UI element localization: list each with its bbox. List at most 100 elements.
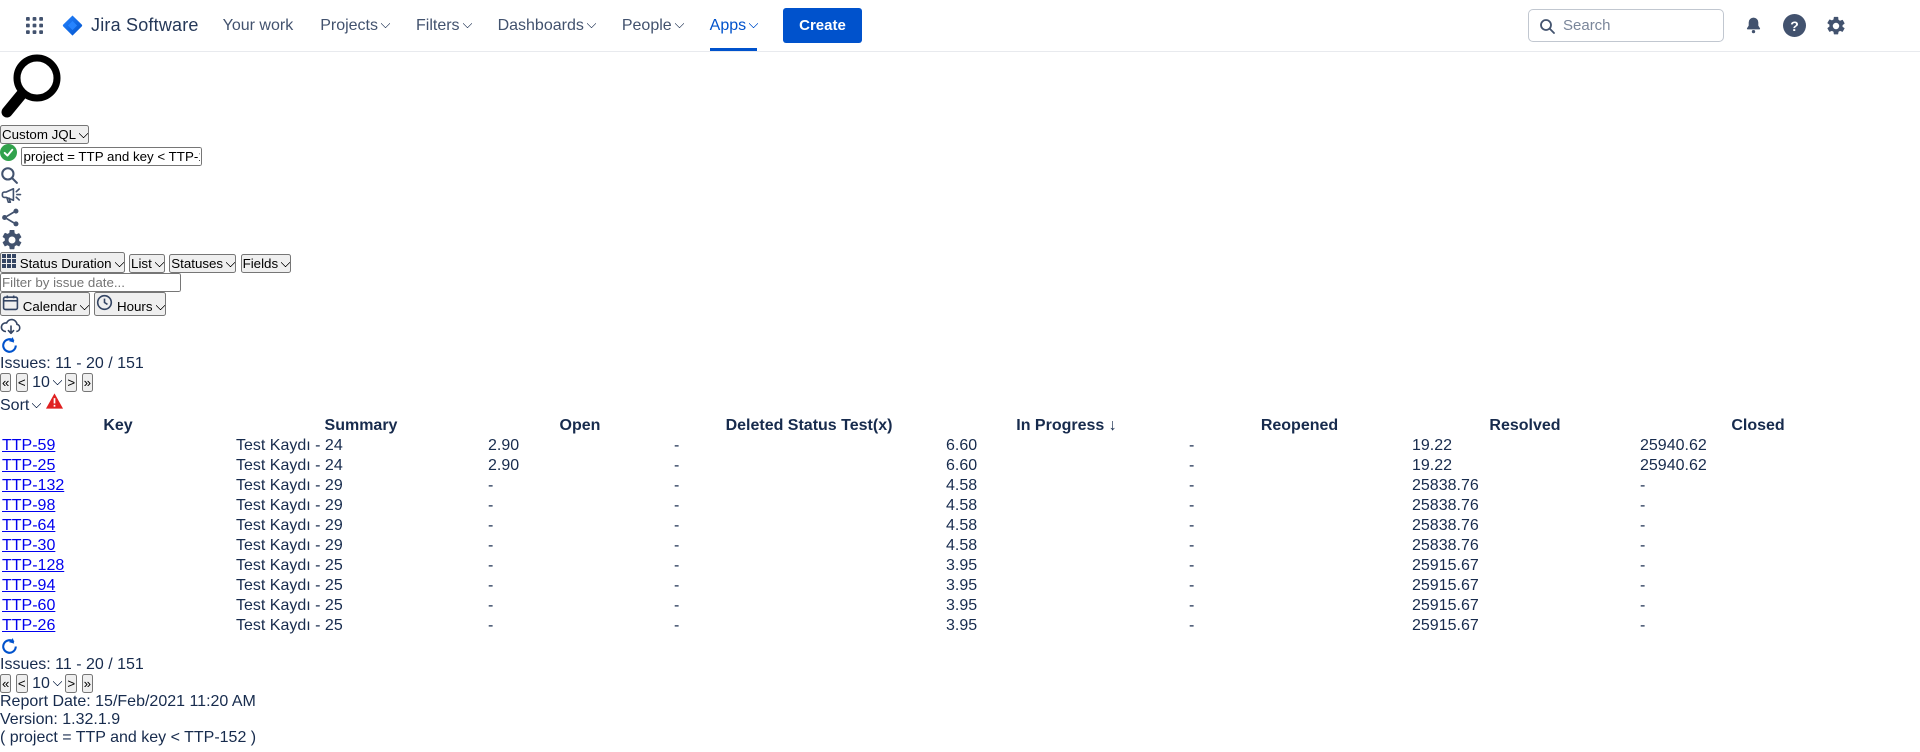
issue-key-link[interactable]: TTP-60 [2,597,55,614]
sort-warning-icon[interactable] [45,392,64,410]
user-avatar[interactable] [1866,9,1900,43]
jql-search-button[interactable] [0,166,18,184]
pagination-first-button[interactable]: « [0,373,11,392]
search-icon [0,166,18,184]
feedback-megaphone-icon[interactable] [0,184,23,207]
help-icon[interactable]: ? [1783,14,1806,37]
pagination-last-button[interactable]: » [82,373,93,392]
column-header-in-progress[interactable]: In Progress ↓ [946,417,1187,435]
cell-open: - [488,477,672,495]
jql-valid-check-icon [0,144,17,161]
column-header-resolved[interactable]: Resolved [1412,417,1638,435]
cell-key: TTP-128 [2,557,234,575]
column-header-open[interactable]: Open [488,417,672,435]
report-type-dropdown[interactable]: Status Duration [0,252,125,273]
export-cloud-download-icon[interactable] [0,316,22,336]
cell-reopened: - [1189,457,1410,475]
sort-dropdown[interactable]: Sort [0,397,40,414]
issues-table: Key Summary Open Deleted Status Test(x) … [0,415,1878,637]
column-header-reopened[interactable]: Reopened [1189,417,1410,435]
cell-in-progress: 4.58 [946,517,1187,535]
cell-key: TTP-60 [2,597,234,615]
share-icon[interactable] [0,207,21,228]
column-header-key[interactable]: Key [2,417,234,435]
cell-summary: Test Kaydı - 25 [236,557,486,575]
settings-gear-icon[interactable] [1825,15,1847,37]
create-button[interactable]: Create [783,8,862,43]
chevron-down-icon [749,19,759,29]
issue-key-link[interactable]: TTP-59 [2,437,55,454]
jql-input-field[interactable] [0,144,1920,166]
statuses-dropdown[interactable]: Statuses [169,254,236,273]
toolbar-center [0,273,1920,292]
jql-input[interactable] [21,147,202,166]
nav-item-apps[interactable]: Apps [710,0,757,51]
issue-date-filter-input[interactable] [0,273,181,292]
issue-key-link[interactable]: TTP-132 [2,477,64,494]
nav-item-projects[interactable]: Projects [320,0,389,51]
page-size-select[interactable]: 10 [32,675,65,692]
cell-resolved: 25915.67 [1412,577,1638,595]
cell-summary: Test Kaydı - 24 [236,437,486,455]
jql-mode-dropdown[interactable]: Custom JQL [0,125,89,144]
issue-key-link[interactable]: TTP-26 [2,617,55,634]
jira-logo[interactable]: Jira Software [61,14,199,37]
page-size-select[interactable]: 10 [32,374,65,391]
app-logo-magnifier-icon [0,107,62,124]
report-date-label: Report Date: 15/Feb/2021 11:20 AM [0,693,1920,711]
cell-resolved: 25915.67 [1412,597,1638,615]
chevron-down-icon [674,19,684,29]
cell-resolved: 25838.76 [1412,497,1638,515]
refresh-icon[interactable] [0,637,19,656]
issue-key-link[interactable]: TTP-98 [2,497,55,514]
hours-dropdown[interactable]: Hours [94,292,165,316]
fields-dropdown[interactable]: Fields [241,254,292,273]
issue-key-link[interactable]: TTP-64 [2,517,55,534]
report-settings-gear-icon[interactable] [0,228,24,252]
column-header-deleted-status[interactable]: Deleted Status Test(x) [674,417,944,435]
cell-key: TTP-59 [2,437,234,455]
nav-item-people[interactable]: People [622,0,683,51]
pagination-last-button[interactable]: » [82,674,93,693]
cell-closed: - [1640,477,1876,495]
nav-item-filters[interactable]: Filters [416,0,471,51]
cell-open: - [488,537,672,555]
cell-reopened: - [1189,597,1410,615]
nav-item-your-work[interactable]: Your work [223,0,294,51]
calendar-dropdown[interactable]: Calendar [0,292,90,316]
layout-dropdown[interactable]: List [129,254,165,273]
column-header-closed[interactable]: Closed [1640,417,1876,435]
chevron-down-icon [381,19,391,29]
cell-resolved: 25915.67 [1412,617,1638,635]
issue-key-link[interactable]: TTP-25 [2,457,55,474]
cell-in-progress: 3.95 [946,617,1187,635]
issue-key-link[interactable]: TTP-30 [2,537,55,554]
table-row: TTP-25Test Kaydı - 242.90-6.60-19.222594… [2,457,1876,475]
cell-key: TTP-94 [2,577,234,595]
clock-icon [96,294,113,311]
jira-diamond-icon [61,14,84,37]
pagination-next-button[interactable]: > [65,373,77,392]
cell-deleted-status: - [674,597,944,615]
issue-key-link[interactable]: TTP-128 [2,557,64,574]
nav-item-dashboards[interactable]: Dashboards [498,0,595,51]
notifications-bell-icon[interactable] [1743,15,1764,36]
pagination-next-button[interactable]: > [65,674,77,693]
refresh-icon[interactable] [0,336,19,355]
cell-summary: Test Kaydı - 29 [236,537,486,555]
cell-in-progress: 4.58 [946,497,1187,515]
global-search-input[interactable] [1563,17,1713,34]
pagination-prev-button[interactable]: < [16,674,28,693]
query-main: Custom JQL [0,125,1920,252]
chevron-down-icon [281,258,291,268]
pagination-prev-button[interactable]: < [16,373,28,392]
pagination-first-button[interactable]: « [0,674,11,693]
cell-key: TTP-132 [2,477,234,495]
column-header-summary[interactable]: Summary [236,417,486,435]
cell-in-progress: 3.95 [946,577,1187,595]
annotation-rect-sort: Sort [0,397,64,414]
cell-resolved: 19.22 [1412,437,1638,455]
issue-key-link[interactable]: TTP-94 [2,577,55,594]
app-switcher-icon[interactable] [20,11,49,40]
cell-summary: Test Kaydı - 24 [236,457,486,475]
